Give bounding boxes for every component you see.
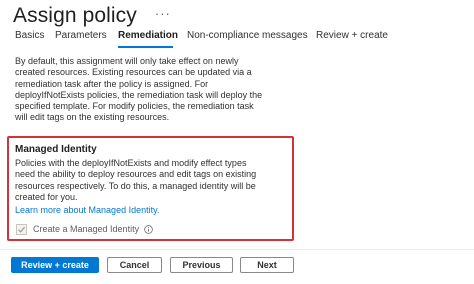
tab-review-create[interactable]: Review + create	[316, 30, 388, 42]
description-line: resources respectively. To do this, a ma…	[15, 180, 256, 191]
create-managed-identity-checkbox[interactable]	[16, 223, 27, 235]
cancel-button[interactable]: Cancel	[107, 257, 162, 273]
description-line: created for you.	[15, 191, 78, 202]
footer-divider	[0, 249, 474, 250]
previous-button[interactable]: Previous	[170, 257, 233, 273]
description-line: By default, this assignment will only ta…	[15, 56, 239, 66]
page-header: Assign policy ···	[13, 2, 171, 30]
tab-parameters[interactable]: Parameters	[55, 30, 107, 42]
create-managed-identity-label: Create a Managed Identity	[33, 224, 140, 234]
description-line: deployIfNotExists policies, the remediat…	[15, 89, 263, 100]
create-managed-identity-row: Create a Managed Identity	[16, 223, 153, 235]
next-button[interactable]: Next	[240, 257, 294, 273]
description-line: need the ability to deploy resources and…	[15, 169, 257, 180]
learn-more-managed-identity-link[interactable]: Learn more about Managed Identity.	[15, 205, 159, 215]
description-line: specified template. For modify policies,…	[15, 101, 254, 112]
managed-identity-description: Policies with the deployIfNotExists and …	[15, 158, 290, 203]
active-tab-indicator	[118, 46, 173, 48]
tab-remediation[interactable]: Remediation	[118, 30, 178, 42]
tab-non-compliance-messages[interactable]: Non-compliance messages	[187, 30, 308, 42]
info-icon[interactable]	[144, 224, 153, 234]
remediation-description: By default, this assignment will only ta…	[15, 56, 295, 124]
page-title: Assign policy	[13, 4, 137, 27]
description-line: remediation task after the policy is ass…	[15, 78, 209, 89]
managed-identity-heading: Managed Identity	[15, 144, 97, 155]
more-options-icon[interactable]: ···	[155, 6, 171, 21]
description-line: will edit tags on the existing resources…	[15, 112, 170, 123]
checkmark-icon	[18, 226, 26, 233]
review-create-button[interactable]: Review + create	[11, 257, 99, 273]
description-line: Policies with the deployIfNotExists and …	[15, 158, 247, 168]
description-line: created resources. Existing resources ca…	[15, 67, 252, 78]
tab-bar: Basics Parameters Remediation Non-compli…	[0, 30, 474, 48]
tab-basics[interactable]: Basics	[15, 30, 44, 42]
